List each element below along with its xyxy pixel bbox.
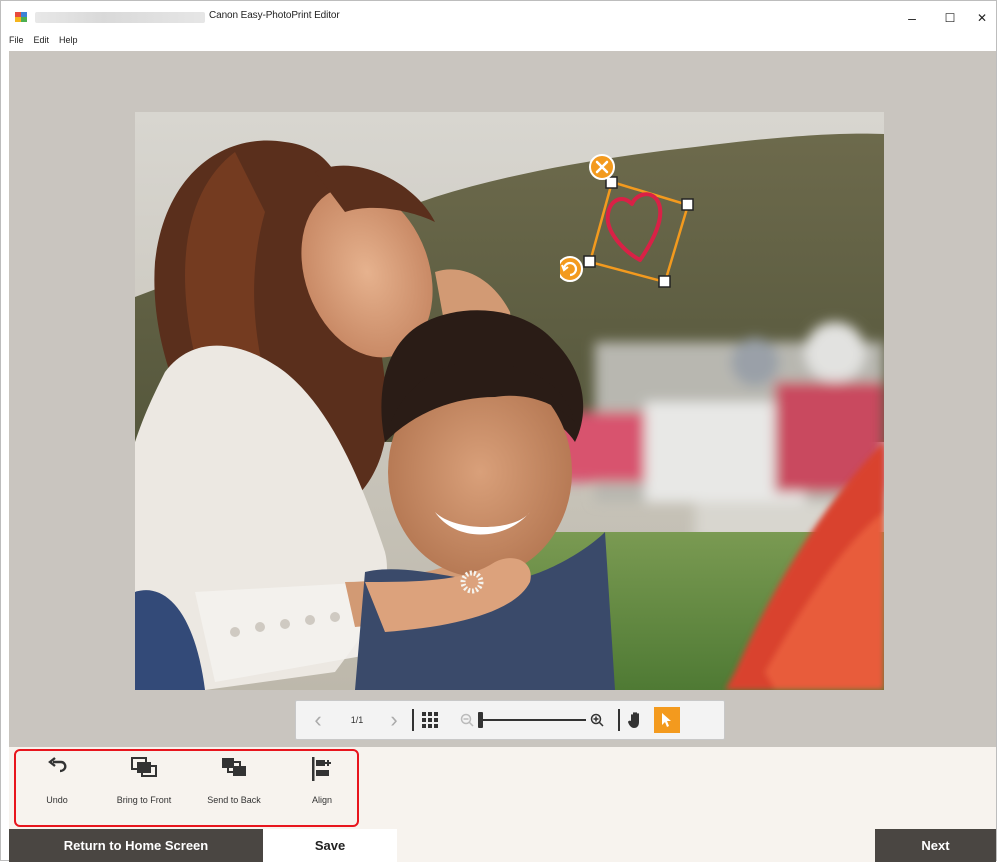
blurred-file-path [35,12,205,23]
return-to-home-button[interactable]: Return to Home Screen [9,829,263,862]
app-logo-icon [15,12,27,22]
heart-icon [605,192,663,262]
title-bar: Canon Easy-PhotoPrint Editor – ☐ ✕ [1,1,996,35]
save-button[interactable]: Save [263,829,397,862]
tools-highlight-box [14,749,359,827]
zoom-slider-track [478,719,586,721]
page-indicator: 1/1 [350,715,364,725]
pointer-arrow-icon [662,713,671,727]
close-button[interactable]: ✕ [967,7,997,29]
resize-handle-left[interactable] [583,255,596,268]
photo-canvas[interactable] [135,112,884,690]
zoom-slider-thumb[interactable] [478,712,483,728]
separator [618,709,620,731]
prev-page-button[interactable]: ‹ [308,709,328,731]
separator [412,709,414,731]
menu-help[interactable]: Help [59,35,78,51]
zoom-out-icon[interactable] [460,713,474,727]
rotate-icon[interactable] [560,256,583,282]
next-button[interactable]: Next [875,829,996,862]
grid-view-icon[interactable] [422,712,438,728]
delete-icon[interactable] [589,154,615,180]
menu-file[interactable]: File [9,35,24,51]
page-navigation-toolbar: ‹ 1/1 › [295,700,725,740]
app-window: Canon Easy-PhotoPrint Editor – ☐ ✕ File … [0,0,997,862]
next-page-button[interactable]: › [384,709,404,731]
editing-canvas-area [9,51,996,747]
couple-photo-image [135,112,884,690]
maximize-button[interactable]: ☐ [935,7,965,29]
zoom-slider[interactable] [478,712,586,728]
zoom-in-icon[interactable] [590,713,604,727]
select-tool-button[interactable] [654,707,680,733]
resize-handle-bottom[interactable] [658,275,671,288]
hand-pan-icon[interactable] [628,711,644,729]
menu-bar: File Edit Help [9,35,78,51]
resize-handle-right[interactable] [681,198,694,211]
menu-edit[interactable]: Edit [34,35,50,51]
minimize-button[interactable]: – [897,7,927,29]
window-title: Canon Easy-PhotoPrint Editor [209,10,340,21]
heart-sticker[interactable] [560,152,700,292]
footer-bar: Return to Home Screen Save Next [9,829,996,862]
